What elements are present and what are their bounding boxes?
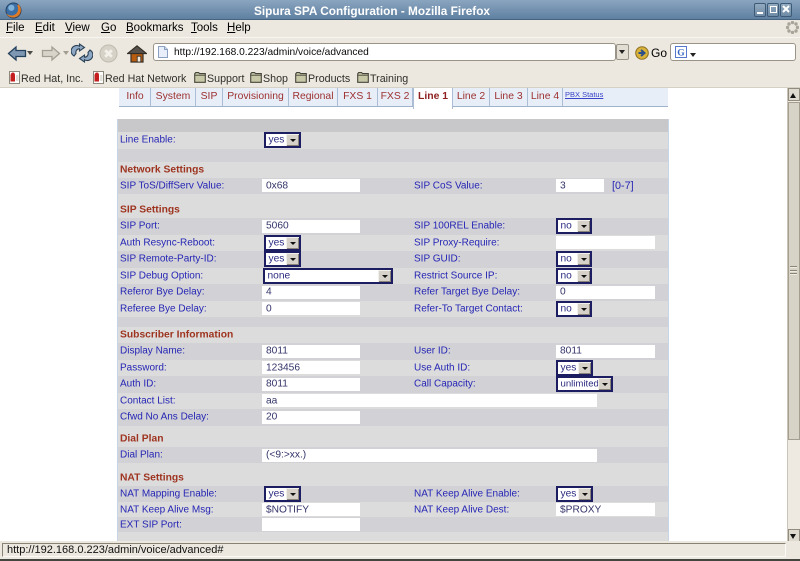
svg-text:G: G [677, 49, 685, 59]
